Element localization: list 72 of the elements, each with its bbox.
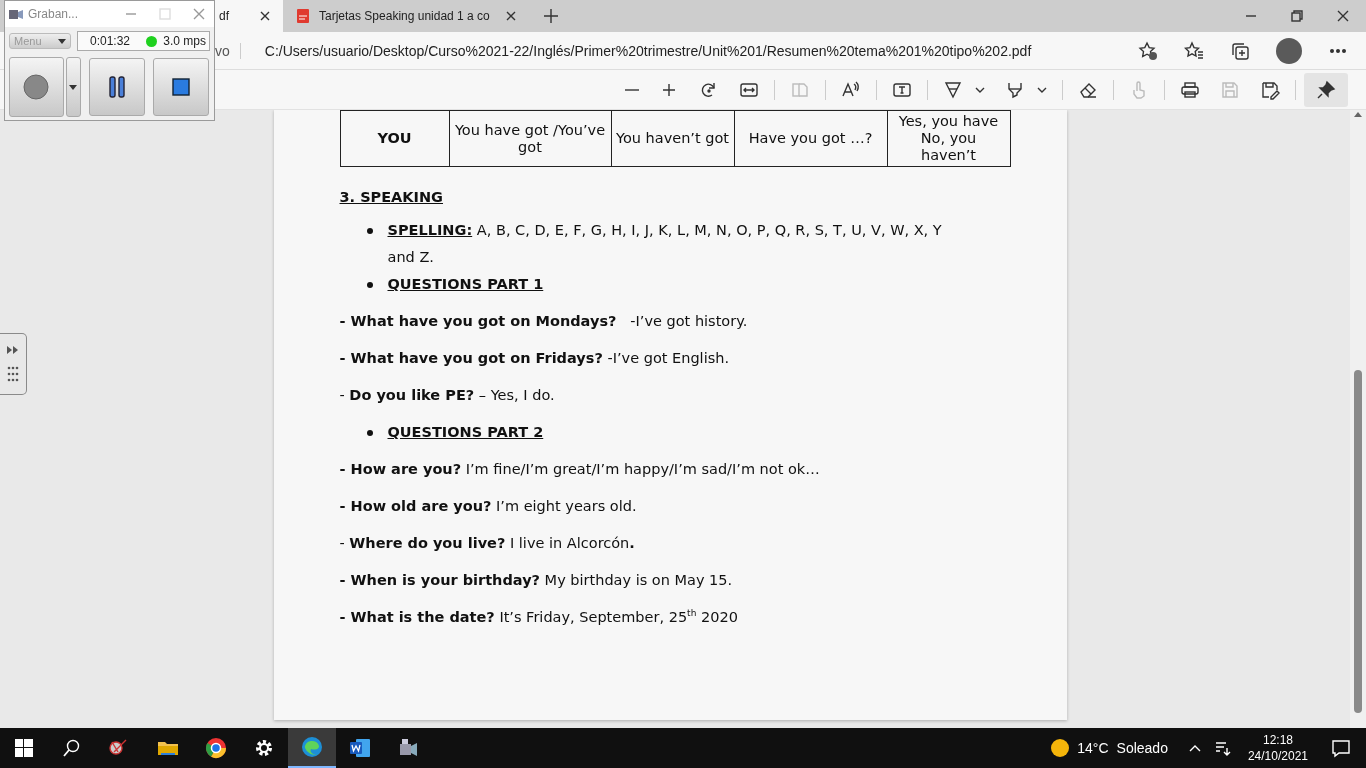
- tab-title: Tarjetas Speaking unidad 1 a co: [319, 9, 491, 23]
- stop-button[interactable]: [153, 58, 209, 116]
- browser-logo-icon: [300, 735, 324, 759]
- question-answer-line: - What is the date? It’s Friday, September, 25$^{th}$ 2020: [339, 607, 739, 627]
- table-cell: Yes, you have No, you haven’t: [887, 110, 1010, 167]
- chevron-down-icon: [975, 86, 985, 93]
- profile-avatar[interactable]: [1276, 37, 1302, 64]
- table-cell: You haven’t got: [611, 110, 734, 167]
- table-cell: Have you got …?: [734, 110, 887, 167]
- taskbar-app[interactable]: [288, 728, 336, 768]
- clock[interactable]: 12:18 24/10/2021: [1239, 732, 1316, 764]
- save-as-icon: [1260, 79, 1280, 100]
- question-answer-line: - How old are you? I’m eight years old.: [339, 497, 638, 516]
- windows-logo-icon: [15, 739, 33, 757]
- caret-icon: [69, 84, 78, 90]
- side-panel-handle[interactable]: [0, 333, 27, 395]
- table-cell: YOU: [340, 110, 449, 167]
- section-heading: 3. SPEAKING: [339, 188, 443, 207]
- record-icon: [23, 74, 50, 100]
- fast-forward-icon: [6, 344, 20, 355]
- pin-button[interactable]: [1304, 72, 1348, 107]
- question-answer-line: - Do you like PE? – Yes, I do.: [339, 386, 556, 405]
- bullet-text: QUESTIONS PART 2: [387, 423, 545, 442]
- question-answer-line: - What have you got on Mondays? -I’ve got history.: [339, 312, 749, 331]
- pdf-file-icon: [295, 8, 311, 24]
- address-url[interactable]: C:/Users/usuario/Desktop/Curso%2021-22/Inglés/Primer%20trimestre/Unit%201/Resumen%20tema%201%20tipo%202.pdf: [264, 42, 1138, 59]
- scrollbar-thumb[interactable]: [1354, 370, 1362, 713]
- weather-widget[interactable]: 14°C Soleado: [1039, 739, 1180, 757]
- table-cell: You have got /You’ve got: [449, 110, 611, 167]
- bullet-icon: [366, 282, 373, 288]
- clock-time: 12:18: [1262, 732, 1293, 748]
- print-icon: [1180, 79, 1200, 100]
- zoom-out-icon: [625, 88, 639, 91]
- grip-icon: [6, 365, 20, 384]
- caret-icon: [58, 38, 66, 44]
- clock-date: 24/10/2021: [1247, 748, 1308, 764]
- question-answer-line: - Where do you live? I live in Alcorcón.: [339, 534, 636, 553]
- frame-rate: 3.0 mps: [163, 34, 206, 48]
- save-icon: [1220, 79, 1240, 100]
- weather-condition: Soleado: [1116, 740, 1168, 756]
- pause-icon: [108, 76, 126, 98]
- chevron-down-icon: [1037, 86, 1047, 93]
- question-answer-line: - What have you got on Fridays? -I’ve got English.: [339, 349, 731, 368]
- close-icon[interactable]: [505, 10, 517, 22]
- pin-icon: [1316, 79, 1336, 100]
- stop-icon: [172, 78, 190, 96]
- draw-icon: [943, 79, 963, 100]
- pause-button[interactable]: [89, 58, 145, 116]
- browser-logo-icon: [204, 736, 228, 760]
- question-answer-line: - When is your birthday? My birthday is on May 15.: [339, 571, 734, 590]
- tab-title: df: [219, 9, 230, 23]
- temperature: 14°C: [1077, 740, 1109, 756]
- word-document-icon: [348, 736, 372, 760]
- search-icon: [63, 739, 81, 757]
- sun-icon: [1051, 739, 1070, 757]
- new-tab-icon[interactable]: [543, 8, 559, 24]
- elapsed-time: 0:01:32: [90, 34, 132, 48]
- favorites-icon[interactable]: [1184, 40, 1204, 61]
- close-icon[interactable]: [259, 10, 271, 22]
- bullet-icon: [366, 430, 373, 436]
- record-button[interactable]: [9, 58, 81, 116]
- scrollbar[interactable]: [1350, 110, 1366, 728]
- bullet-text: QUESTIONS PART 1: [387, 275, 545, 294]
- status-dot-icon: [146, 35, 158, 47]
- browser-tab[interactable]: df: [215, 0, 283, 32]
- question-answer-line: - How are you? I’m fine/I’m great/I’m happy/I’m sad/I’m not ok…: [339, 460, 821, 479]
- browser-tab[interactable]: Tarjetas Speaking unidad 1 a co: [283, 0, 529, 32]
- add-favorite-icon[interactable]: [1138, 40, 1158, 61]
- bullet-icon: [366, 228, 373, 234]
- window-title: Graban...: [28, 7, 80, 21]
- collections-icon[interactable]: [1230, 40, 1250, 61]
- bullet-text: SPELLING: A, B, C, D, E, F, G, H, I, J, K, L, M, N, O, P, Q, R, S, T, U, V, W, X, Y and Z.: [387, 221, 943, 267]
